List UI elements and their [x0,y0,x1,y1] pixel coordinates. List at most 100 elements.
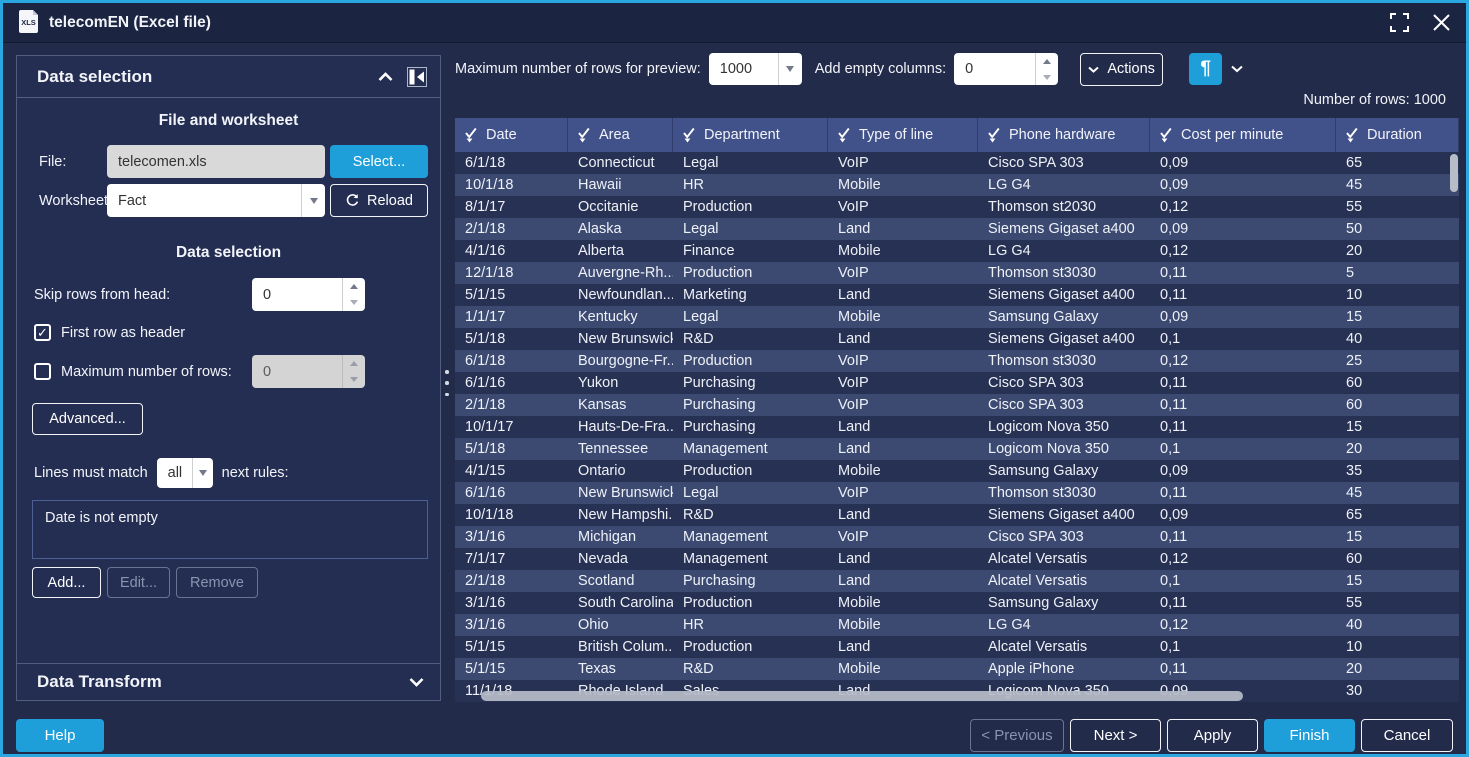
chevron-down-icon [1088,66,1099,73]
table-row: 3/1/16South CarolinaProductionMobileSams… [455,592,1459,614]
add-empty-up-icon[interactable] [1036,53,1058,69]
table-cell: Nevada [568,548,673,570]
table-cell: Legal [673,152,828,174]
skip-rows-input[interactable] [252,287,342,303]
match-mode-dropdown-arrow-icon[interactable] [192,458,213,488]
table-row: 4/1/16AlbertaFinanceMobileLG G40,1220 [455,240,1459,262]
remove-rule-button: Remove [176,567,258,598]
max-preview-select[interactable] [709,53,802,85]
table-cell: Mobile [828,592,978,614]
max-rows-checkbox[interactable] [34,363,51,380]
collapse-section-icon[interactable] [378,72,393,82]
table-cell: Land [828,284,978,306]
add-rule-button[interactable]: Add... [32,567,101,598]
table-cell: 1/1/17 [455,306,568,328]
table-cell: 20 [1336,658,1459,680]
table-cell: 0,1 [1150,438,1336,460]
advanced-button[interactable]: Advanced... [32,403,143,435]
pilcrow-toggle-button[interactable]: ¶ [1189,53,1222,85]
max-preview-value[interactable] [709,61,778,77]
finish-button[interactable]: Finish [1264,719,1355,752]
table-row: 5/1/18TennesseeManagementLandLogicom Nov… [455,438,1459,460]
table-cell: 35 [1336,460,1459,482]
worksheet-value[interactable] [107,193,301,209]
skip-rows-down-icon[interactable] [343,295,365,312]
panel-splitter-handle[interactable] [444,370,450,396]
table-cell: Kansas [568,394,673,416]
column-header-date[interactable]: Date [455,118,568,152]
apply-button[interactable]: Apply [1167,719,1258,752]
rules-list[interactable]: Date is not empty [32,500,428,559]
add-empty-columns-stepper[interactable] [954,53,1058,85]
cancel-button[interactable]: Cancel [1361,719,1453,752]
next-button[interactable]: Next > [1070,719,1161,752]
table-cell: Finance [673,240,828,262]
column-header-label: Duration [1367,127,1422,143]
column-filter-check-icon [1160,127,1172,143]
table-cell: R&D [673,504,828,526]
chevron-down-icon[interactable] [409,677,424,687]
file-label: File: [39,154,107,170]
table-cell: Land [828,548,978,570]
preview-toolbar: Maximum number of rows for preview: Add … [455,52,1453,86]
worksheet-dropdown-arrow-icon[interactable] [301,184,325,217]
table-cell: 3/1/16 [455,592,568,614]
reload-button[interactable]: Reload [330,184,428,217]
panel-title: Data selection [37,67,152,87]
table-cell: Production [673,636,828,658]
table-cell: 5/1/18 [455,328,568,350]
vertical-scrollbar[interactable] [1450,154,1458,192]
table-cell: Marketing [673,284,828,306]
match-mode-value[interactable] [157,465,192,481]
close-icon[interactable] [1433,14,1450,31]
add-empty-columns-input[interactable] [954,61,1035,77]
help-button[interactable]: Help [16,719,104,752]
table-row: 10/1/18HawaiiHRMobileLG G40,0945 [455,174,1459,196]
table-cell: 15 [1336,306,1459,328]
table-cell: 20 [1336,438,1459,460]
first-row-header-checkbox[interactable]: ✓ [34,324,51,341]
column-header-duration[interactable]: Duration [1336,118,1459,152]
add-empty-down-icon[interactable] [1036,69,1058,85]
actions-button[interactable]: Actions [1080,53,1163,86]
table-cell: Apple iPhone [978,658,1150,680]
table-cell: British Colum... [568,636,673,658]
column-header-phone-hardware[interactable]: Phone hardware [978,118,1150,152]
skip-rows-label: Skip rows from head: [34,287,252,303]
match-mode-select[interactable] [157,458,213,488]
file-path-input[interactable] [107,154,325,170]
rule-item[interactable]: Date is not empty [33,501,427,526]
table-cell: Production [673,196,828,218]
select-file-button[interactable]: Select... [330,145,428,178]
pilcrow-dropdown-chevron-icon[interactable] [1231,65,1243,73]
worksheet-select[interactable] [107,184,325,217]
table-cell: 0,11 [1150,284,1336,306]
collapse-panel-left-icon[interactable] [407,67,427,87]
table-cell: 0,09 [1150,174,1336,196]
table-cell: 15 [1336,526,1459,548]
table-cell: 0,11 [1150,262,1336,284]
table-cell: 5/1/15 [455,658,568,680]
table-cell: Production [673,262,828,284]
data-selection-panel: Data selection File and worksheet File: … [16,55,441,701]
file-path-field[interactable] [107,145,325,178]
max-preview-dropdown-arrow-icon[interactable] [778,53,802,85]
column-header-department[interactable]: Department [673,118,828,152]
column-header-label: Area [599,127,630,143]
table-cell: Management [673,548,828,570]
first-row-header-label: First row as header [61,325,185,341]
skip-rows-stepper[interactable] [252,278,365,311]
column-header-type-of-line[interactable]: Type of line [828,118,978,152]
next-rules-label: next rules: [222,465,289,481]
data-transform-section[interactable]: Data Transform [17,663,440,700]
column-header-area[interactable]: Area [568,118,673,152]
table-row: 2/1/18KansasPurchasingVoIPCisco SPA 3030… [455,394,1459,416]
table-cell: 10 [1336,284,1459,306]
table-cell: Newfoundlan... [568,284,673,306]
maximize-icon[interactable] [1390,13,1409,32]
table-cell: VoIP [828,526,978,548]
horizontal-scrollbar[interactable] [481,691,1243,701]
column-header-cost-per-minute[interactable]: Cost per minute [1150,118,1336,152]
skip-rows-up-icon[interactable] [343,278,365,295]
table-cell: Production [673,350,828,372]
